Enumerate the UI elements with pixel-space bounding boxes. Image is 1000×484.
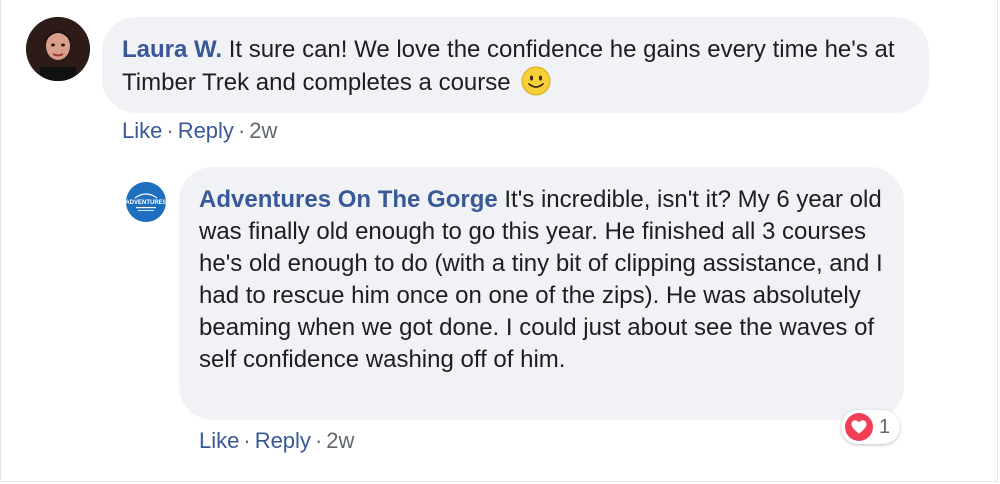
timestamp[interactable]: 2w [326,428,354,453]
reaction-count[interactable]: 1 [841,410,901,444]
avatar-laura[interactable] [26,17,90,81]
reaction-count-number: 1 [879,415,891,438]
comment-actions: Like · Reply · 2w [122,118,277,144]
like-link[interactable]: Like [122,118,162,143]
heart-icon [845,413,873,441]
comment-text: It's incredible, isn't it? My 6 year old… [199,186,883,373]
comment-text: It sure can! We love the confidence he g… [122,36,895,96]
comment-thread: Laura W. It sure can! We love the confid… [0,0,998,482]
adventures-logo: ADVENTURES [126,182,166,222]
smiley-emoji-icon [521,66,551,96]
reply-bubble: Adventures On The Gorge It's incredible,… [179,167,904,420]
separator: · [314,428,323,453]
separator: · [243,428,251,453]
avatar-adventures-on-the-gorge[interactable]: ADVENTURES [126,182,166,222]
comment-author[interactable]: Adventures On The Gorge [199,186,498,213]
separator: · [166,118,174,143]
svg-text:ADVENTURES: ADVENTURES [126,200,166,206]
comment-actions: Like · Reply · 2w [199,428,354,454]
separator: · [237,118,246,143]
reply-link[interactable]: Reply [255,428,311,453]
like-link[interactable]: Like [199,428,239,453]
comment-author[interactable]: Laura W. [122,36,222,63]
comment-bubble: Laura W. It sure can! We love the confid… [102,17,929,113]
timestamp[interactable]: 2w [249,118,277,143]
profile-photo [26,17,90,81]
reply-link[interactable]: Reply [178,118,234,143]
